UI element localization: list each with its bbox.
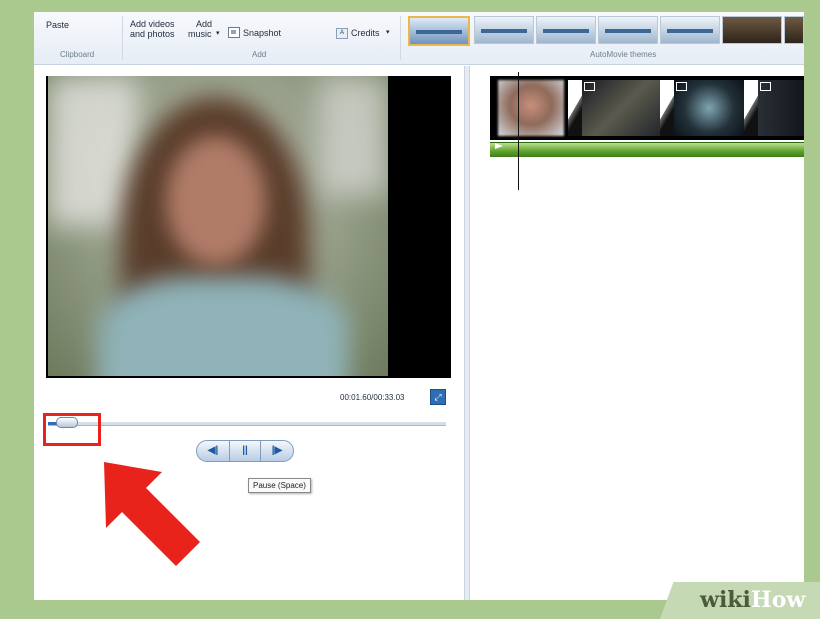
automovie-themes-group-label: AutoMovie themes xyxy=(590,50,657,59)
pause-button[interactable]: || xyxy=(229,440,261,462)
credits-dropdown-arrow: ▾ xyxy=(386,29,390,36)
wikihow-watermark: wikiHow xyxy=(700,587,805,613)
full-screen-preview-button[interactable]: ⤢ xyxy=(430,389,446,405)
theme-bar xyxy=(481,29,527,33)
timeline-playhead[interactable] xyxy=(518,72,519,190)
automovie-theme-2[interactable] xyxy=(474,16,534,44)
add-music-dropdown-arrow: ▾ xyxy=(216,30,220,37)
automovie-theme-3[interactable] xyxy=(536,16,596,44)
music-track[interactable] xyxy=(490,142,804,157)
automovie-theme-4[interactable] xyxy=(598,16,658,44)
snapshot-icon xyxy=(228,27,240,38)
blurred-person-face xyxy=(166,136,266,266)
panel-splitter[interactable] xyxy=(464,66,470,600)
credits-label: Credits xyxy=(351,28,380,38)
paste-button[interactable]: Paste xyxy=(46,20,69,30)
highlight-box xyxy=(43,413,101,446)
snapshot-label: Snapshot xyxy=(243,28,282,38)
watermark-part-wiki: wiki xyxy=(700,587,751,613)
automovie-theme-6[interactable] xyxy=(722,16,782,44)
pause-icon: || xyxy=(242,445,248,456)
automovie-theme-default[interactable] xyxy=(408,16,470,46)
ribbon-separator xyxy=(122,16,123,60)
add-music-label-line1: Add xyxy=(196,19,213,29)
next-frame-icon: |▶ xyxy=(271,445,283,456)
red-arrow-annotation xyxy=(104,462,200,566)
blurred-background xyxy=(318,76,388,196)
frame-icon xyxy=(760,82,771,91)
theme-bar xyxy=(416,30,462,34)
frame-icon xyxy=(584,82,595,91)
add-videos-label-line2: and photos xyxy=(130,29,175,39)
preview-video-frame xyxy=(48,76,388,376)
automovie-theme-5[interactable] xyxy=(660,16,720,44)
video-clip-track xyxy=(490,76,804,140)
ribbon-separator xyxy=(400,16,401,60)
next-frame-button[interactable]: |▶ xyxy=(260,440,294,462)
pause-tooltip: Pause (Space) xyxy=(248,478,311,493)
theme-bar xyxy=(605,29,651,33)
automovie-theme-7[interactable] xyxy=(784,16,804,44)
clip-thumbnail[interactable] xyxy=(498,80,564,136)
previous-frame-button[interactable]: ◀| xyxy=(196,440,230,462)
theme-bar xyxy=(667,29,713,33)
theme-bar xyxy=(543,29,589,33)
expand-icon: ⤢ xyxy=(434,392,442,402)
blurred-person-body xyxy=(98,276,348,376)
frame-icon xyxy=(676,82,687,91)
clipboard-group-label: Clipboard xyxy=(60,50,95,59)
ribbon: Paste Add videos and photos Add music ▾ … xyxy=(34,12,804,65)
watermark-part-how: How xyxy=(750,587,806,613)
playback-timecode: 00:01.60/00:33.03 xyxy=(340,393,405,402)
add-group-label: Add xyxy=(252,50,267,59)
previous-frame-icon: ◀| xyxy=(207,445,219,456)
add-music-label-line2: music xyxy=(188,29,212,39)
credits-icon: A xyxy=(336,28,348,39)
add-videos-label-line1: Add videos xyxy=(130,19,175,29)
seek-bar[interactable] xyxy=(48,422,446,426)
movie-maker-window: Paste Add videos and photos Add music ▾ … xyxy=(34,12,804,600)
